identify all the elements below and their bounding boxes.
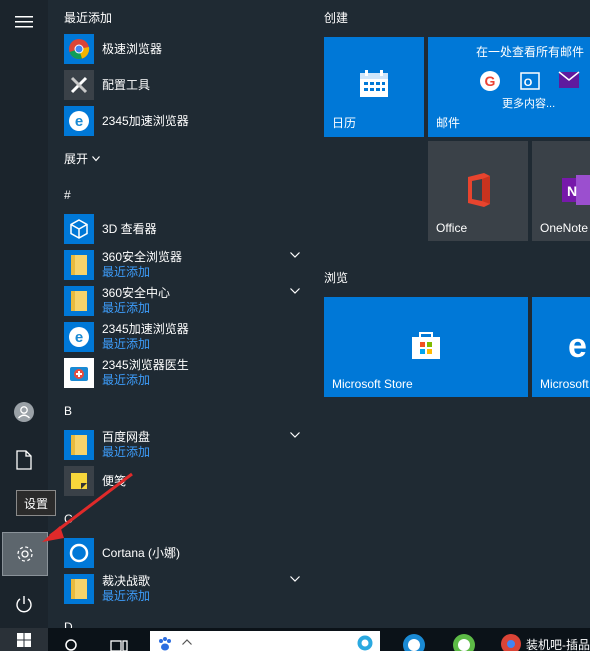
list-item-label: 配置工具 (102, 77, 151, 92)
microsoft-store-tile[interactable]: Microsoft Store (324, 297, 528, 397)
paw-icon (159, 637, 171, 651)
browser-taskbar-icon[interactable] (452, 633, 476, 651)
svg-text:N: N (567, 183, 577, 199)
ie-style-browser-icon: e (64, 106, 94, 136)
list-item-label: 极速浏览器 (102, 41, 163, 56)
browse-group-header[interactable]: 浏览 (324, 269, 348, 286)
tile-label: 邮件 (436, 116, 461, 130)
hash-section-header[interactable]: # (64, 188, 71, 202)
folder-icon (64, 430, 94, 460)
mail-tile-title: 在一处查看所有邮件 (476, 45, 585, 59)
hamburger-icon (15, 16, 33, 28)
list-item-label: 裁决战歌 (102, 574, 151, 588)
list-item-game[interactable]: 裁决战歌 最近添加 (64, 572, 308, 606)
svg-text:G: G (485, 73, 496, 89)
list-item-baidu-netdisk[interactable]: 百度网盘 最近添加 (64, 428, 308, 462)
recently-added-tag: 最近添加 (102, 301, 151, 315)
outlook-icon: O (520, 72, 540, 90)
list-item-360-browser[interactable]: 360安全浏览器 最近添加 (64, 248, 308, 282)
tile-label: Office (436, 221, 468, 235)
yahoo-mail-icon (558, 71, 580, 88)
list-item-2345-browser-2[interactable]: e 2345加速浏览器 最近添加 (64, 320, 308, 354)
chevron-down-icon[interactable] (290, 288, 300, 294)
list-item-speed-browser[interactable]: 极速浏览器 (64, 32, 308, 66)
hamburger-menu-button[interactable] (0, 0, 48, 44)
user-account-button[interactable] (0, 390, 48, 434)
list-item-label: 2345加速浏览器 (102, 113, 189, 128)
ie-style-browser-icon: e (64, 322, 94, 352)
calendar-tile[interactable]: 日历 (324, 37, 424, 137)
svg-text:e: e (75, 113, 83, 130)
user-icon (14, 402, 34, 422)
folder-icon (64, 574, 94, 604)
chrome-icon (64, 34, 94, 64)
chevron-down-icon[interactable] (290, 432, 300, 438)
svg-text:e: e (568, 329, 587, 361)
tools-icon (64, 70, 94, 100)
recently-added-tag: 最近添加 (102, 265, 151, 279)
task-view-icon[interactable] (110, 638, 128, 651)
onenote-icon: N (562, 175, 590, 205)
list-item-label: 2345加速浏览器 (102, 322, 189, 336)
chevron-up-icon (182, 639, 192, 645)
b-section-header[interactable]: B (64, 404, 72, 418)
chevron-down-icon[interactable] (290, 576, 300, 582)
folder-icon (64, 286, 94, 316)
power-icon (16, 596, 32, 613)
microsoft-edge-tile[interactable]: e Microsoft (532, 297, 590, 397)
list-item-3d-viewer[interactable]: 3D 查看器 (64, 212, 308, 246)
list-item-config-tool[interactable]: 配置工具 (64, 68, 308, 102)
recently-added-tag: 最近添加 (102, 589, 151, 603)
expand-toggle[interactable]: 展开 (64, 150, 100, 167)
start-button[interactable] (0, 628, 48, 651)
recently-added-header: 最近添加 (64, 11, 113, 25)
expand-label: 展开 (64, 152, 89, 166)
app-icon (357, 635, 373, 651)
list-item-2345-browser[interactable]: e 2345加速浏览器 (64, 104, 308, 138)
recently-added-tag: 最近添加 (102, 373, 151, 387)
tile-label: 日历 (332, 116, 357, 130)
tile-label: OneNote (540, 221, 589, 235)
red-arrow-annotation (42, 472, 133, 542)
tile-label: Microsoft Store (332, 377, 413, 391)
google-icon: G (480, 71, 500, 91)
search-icon[interactable] (64, 638, 80, 651)
list-item-label: 360安全中心 (102, 286, 171, 300)
svg-text:O: O (524, 77, 533, 89)
list-item-label: 3D 查看器 (102, 221, 157, 236)
first-aid-icon (64, 358, 94, 388)
recently-added-tag: 最近添加 (102, 445, 151, 459)
windows-logo-icon (17, 632, 31, 647)
list-item-label: 2345浏览器医生 (102, 358, 189, 372)
chevron-down-icon (92, 155, 100, 161)
power-button[interactable] (0, 582, 48, 626)
folder-icon (64, 250, 94, 280)
recently-added-tag: 最近添加 (102, 337, 151, 351)
tile-label: Microsoft (540, 377, 589, 391)
taskbar: 装机吧-插品 (0, 628, 590, 651)
taskbar-search-input[interactable] (150, 631, 380, 651)
ie-taskbar-icon[interactable] (402, 633, 426, 651)
mail-tile[interactable]: 在一处查看所有邮件 G O 更多内容... 邮件 (428, 37, 590, 137)
office-tile[interactable]: Office (428, 141, 528, 241)
cube-icon (64, 214, 94, 244)
create-group-header[interactable]: 创建 (324, 9, 348, 26)
edge-icon: e (568, 329, 587, 361)
store-bag-icon (412, 332, 440, 359)
list-item-label: 360安全浏览器 (102, 250, 183, 264)
chevron-down-icon[interactable] (290, 252, 300, 258)
office-icon (468, 173, 490, 207)
calendar-icon (360, 70, 388, 97)
taskbar-app-label[interactable]: 装机吧-插品 (526, 636, 590, 651)
chrome-taskbar-icon[interactable] (500, 633, 522, 651)
onenote-tile[interactable]: N OneNote (532, 141, 590, 241)
list-item-2345-doctor[interactable]: 2345浏览器医生 最近添加 (64, 356, 308, 390)
mail-tile-more: 更多内容... (502, 98, 556, 110)
gear-icon (17, 546, 33, 562)
list-item-label: 百度网盘 (102, 430, 151, 444)
svg-text:e: e (75, 329, 83, 346)
document-icon (16, 450, 32, 470)
list-item-360-security[interactable]: 360安全中心 最近添加 (64, 284, 308, 318)
